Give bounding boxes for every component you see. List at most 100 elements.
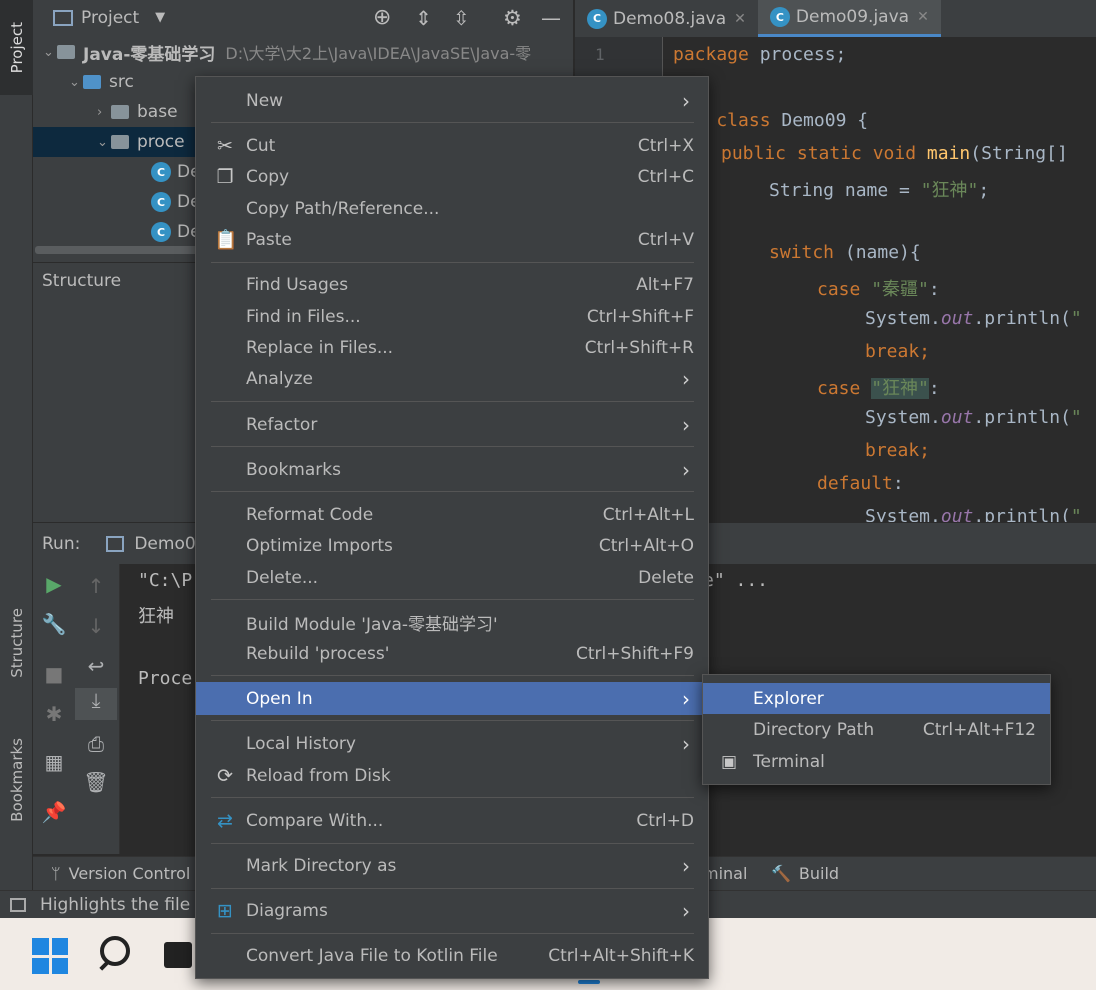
tree-item-class[interactable]: C De bbox=[151, 157, 201, 187]
task-view-icon[interactable] bbox=[164, 942, 192, 968]
tab-demo09[interactable]: C Demo09.java ✕ bbox=[757, 0, 941, 37]
menu-item-build-module[interactable]: Build Module 'Java-零基础学习' bbox=[196, 607, 708, 638]
menu-item-delete[interactable]: Delete... Delete bbox=[196, 562, 708, 593]
reload-icon: ⟳ bbox=[217, 764, 233, 787]
menu-item-rebuild[interactable]: Rebuild 'process' Ctrl+Shift+F9 bbox=[196, 638, 708, 669]
menu-item-reload-from-disk[interactable]: ⟳ Reload from Disk bbox=[196, 760, 708, 791]
stop-icon[interactable]: ■ bbox=[33, 662, 75, 686]
menu-item-shortcut: Ctrl+Shift+F9 bbox=[576, 643, 694, 664]
menu-item-compare-with[interactable]: ⇄ Compare With... Ctrl+D bbox=[196, 805, 708, 836]
menu-item-label: Cut bbox=[246, 135, 276, 156]
package-icon bbox=[111, 105, 129, 119]
rerun-icon[interactable]: ▶ bbox=[33, 572, 75, 596]
menu-item-label: Reformat Code bbox=[246, 504, 374, 525]
menu-item-analyze[interactable]: Analyze › bbox=[196, 363, 708, 394]
menu-item-convert-to-kotlin[interactable]: Convert Java File to Kotlin File Ctrl+Al… bbox=[196, 940, 708, 971]
windows-start-icon[interactable] bbox=[32, 938, 68, 974]
scroll-to-end-icon[interactable]: ⤓ bbox=[75, 688, 117, 720]
chevron-right-icon: › bbox=[682, 457, 690, 482]
version-control-tab[interactable]: ᛘ Version Control bbox=[51, 864, 190, 883]
module-path: D:\大学\大2上\Java\IDEA\JavaSE\Java-零 bbox=[225, 44, 532, 63]
project-tool-tab[interactable]: Project bbox=[0, 0, 33, 95]
menu-item-shortcut: Ctrl+Alt+O bbox=[598, 535, 694, 556]
menu-item-new[interactable]: New › bbox=[196, 85, 708, 116]
minimize-icon[interactable]: — bbox=[541, 6, 561, 30]
tree-item-base[interactable]: › base bbox=[97, 97, 178, 127]
diagram-icon: ⊞ bbox=[217, 899, 233, 922]
tree-item-label: proce bbox=[137, 132, 185, 152]
close-icon[interactable]: ✕ bbox=[917, 9, 929, 25]
menu-separator bbox=[211, 262, 694, 263]
expand-all-icon[interactable]: ⇕ bbox=[415, 6, 432, 30]
run-toolbar-primary: ▶ 🔧 ■ ✱ ▦ 📌 bbox=[33, 564, 75, 854]
submenu-item-explorer[interactable]: Explorer bbox=[703, 683, 1050, 714]
menu-item-copy[interactable]: ❐ Copy Ctrl+C bbox=[196, 161, 708, 192]
menu-item-mark-directory[interactable]: Mark Directory as › bbox=[196, 850, 708, 881]
menu-item-cut[interactable]: ✂ Cut Ctrl+X bbox=[196, 130, 708, 161]
down-arrow-icon[interactable]: ↓ bbox=[75, 614, 117, 638]
debug-icon[interactable]: ✱ bbox=[33, 702, 75, 726]
editor-tab-bar: C Demo08.java ✕ C Demo09.java ✕ bbox=[575, 0, 1096, 37]
terminal-tab[interactable]: minal bbox=[703, 864, 747, 883]
menu-item-copy-path[interactable]: Copy Path/Reference... bbox=[196, 193, 708, 224]
tree-item-module[interactable]: ⌄ Java-零基础学习 D:\大学\大2上\Java\IDEA\JavaSE\… bbox=[43, 37, 531, 67]
code-line: default: bbox=[817, 473, 904, 494]
structure-tab-label: Structure bbox=[7, 607, 26, 678]
pin-icon[interactable]: 📌 bbox=[33, 800, 75, 824]
structure-tool-tab[interactable]: Structure bbox=[0, 590, 33, 695]
chevron-down-icon[interactable]: ▼ bbox=[155, 10, 165, 25]
menu-item-replace-in-files[interactable]: Replace in Files... Ctrl+Shift+R bbox=[196, 332, 708, 363]
build-tab[interactable]: 🔨 Build bbox=[771, 864, 839, 883]
menu-item-reformat-code[interactable]: Reformat Code Ctrl+Alt+L bbox=[196, 499, 708, 530]
menu-item-bookmarks[interactable]: Bookmarks › bbox=[196, 454, 708, 485]
up-arrow-icon[interactable]: ↑ bbox=[75, 574, 117, 598]
menu-item-label: Optimize Imports bbox=[246, 535, 393, 556]
submenu-item-terminal[interactable]: ▣ Terminal bbox=[703, 746, 1050, 777]
menu-item-find-usages[interactable]: Find Usages Alt+F7 bbox=[196, 269, 708, 300]
run-config-tab[interactable]: Demo0 bbox=[134, 534, 195, 554]
chevron-right-icon: › bbox=[97, 104, 103, 120]
project-panel-title[interactable]: Project bbox=[81, 8, 139, 28]
close-icon[interactable]: ✕ bbox=[734, 11, 746, 27]
menu-item-find-in-files[interactable]: Find in Files... Ctrl+Shift+F bbox=[196, 301, 708, 332]
submenu-item-directory-path[interactable]: Directory Path Ctrl+Alt+F12 bbox=[703, 714, 1050, 745]
menu-item-label: Compare With... bbox=[246, 810, 384, 831]
trash-icon[interactable]: 🗑 bbox=[75, 770, 117, 794]
menu-item-diagrams[interactable]: ⊞ Diagrams › bbox=[196, 895, 708, 926]
menu-item-shortcut: Alt+F7 bbox=[636, 274, 694, 295]
print-icon[interactable]: ⎙ bbox=[75, 732, 117, 756]
panel-toggle-icon[interactable] bbox=[10, 897, 26, 912]
soft-wrap-icon[interactable]: ↩ bbox=[75, 654, 117, 678]
menu-item-optimize-imports[interactable]: Optimize Imports Ctrl+Alt+O bbox=[196, 530, 708, 561]
gear-icon[interactable]: ⚙ bbox=[503, 6, 522, 30]
menu-item-shortcut: Ctrl+Shift+R bbox=[584, 337, 694, 358]
bookmarks-tab-label: Bookmarks bbox=[7, 738, 26, 822]
menu-separator bbox=[211, 122, 694, 123]
tree-item-class[interactable]: C De bbox=[151, 187, 201, 217]
tab-demo08[interactable]: C Demo08.java ✕ bbox=[575, 0, 758, 37]
menu-item-label: Reload from Disk bbox=[246, 765, 391, 786]
code-line: break; bbox=[865, 341, 931, 362]
chevron-right-icon: › bbox=[682, 366, 690, 391]
code-line: System.out.println(" bbox=[865, 407, 1082, 428]
java-class-icon: C bbox=[151, 192, 171, 212]
wrench-icon[interactable]: 🔧 bbox=[33, 612, 75, 636]
menu-item-local-history[interactable]: Local History › bbox=[196, 728, 708, 759]
chevron-down-icon: ⌄ bbox=[97, 134, 108, 150]
copy-icon: ❐ bbox=[216, 165, 234, 188]
tree-item-label: src bbox=[109, 72, 134, 92]
running-app-indicator bbox=[578, 980, 600, 984]
layout-icon[interactable]: ▦ bbox=[33, 750, 75, 774]
tree-item-class[interactable]: C De bbox=[151, 217, 201, 247]
menu-item-paste[interactable]: 📋 Paste Ctrl+V bbox=[196, 224, 708, 255]
menu-item-label: Delete... bbox=[246, 567, 319, 588]
bookmarks-tool-tab[interactable]: Bookmarks bbox=[0, 720, 33, 840]
collapse-all-icon[interactable]: ⇳ bbox=[453, 6, 470, 30]
locate-icon[interactable]: ⊕ bbox=[373, 5, 391, 30]
chevron-right-icon: › bbox=[682, 898, 690, 923]
scissors-icon: ✂ bbox=[217, 134, 233, 157]
menu-item-open-in[interactable]: Open In › bbox=[196, 682, 708, 715]
tree-item-src[interactable]: ⌄ src bbox=[69, 67, 134, 97]
version-control-label: Version Control bbox=[68, 864, 191, 883]
menu-item-refactor[interactable]: Refactor › bbox=[196, 409, 708, 440]
